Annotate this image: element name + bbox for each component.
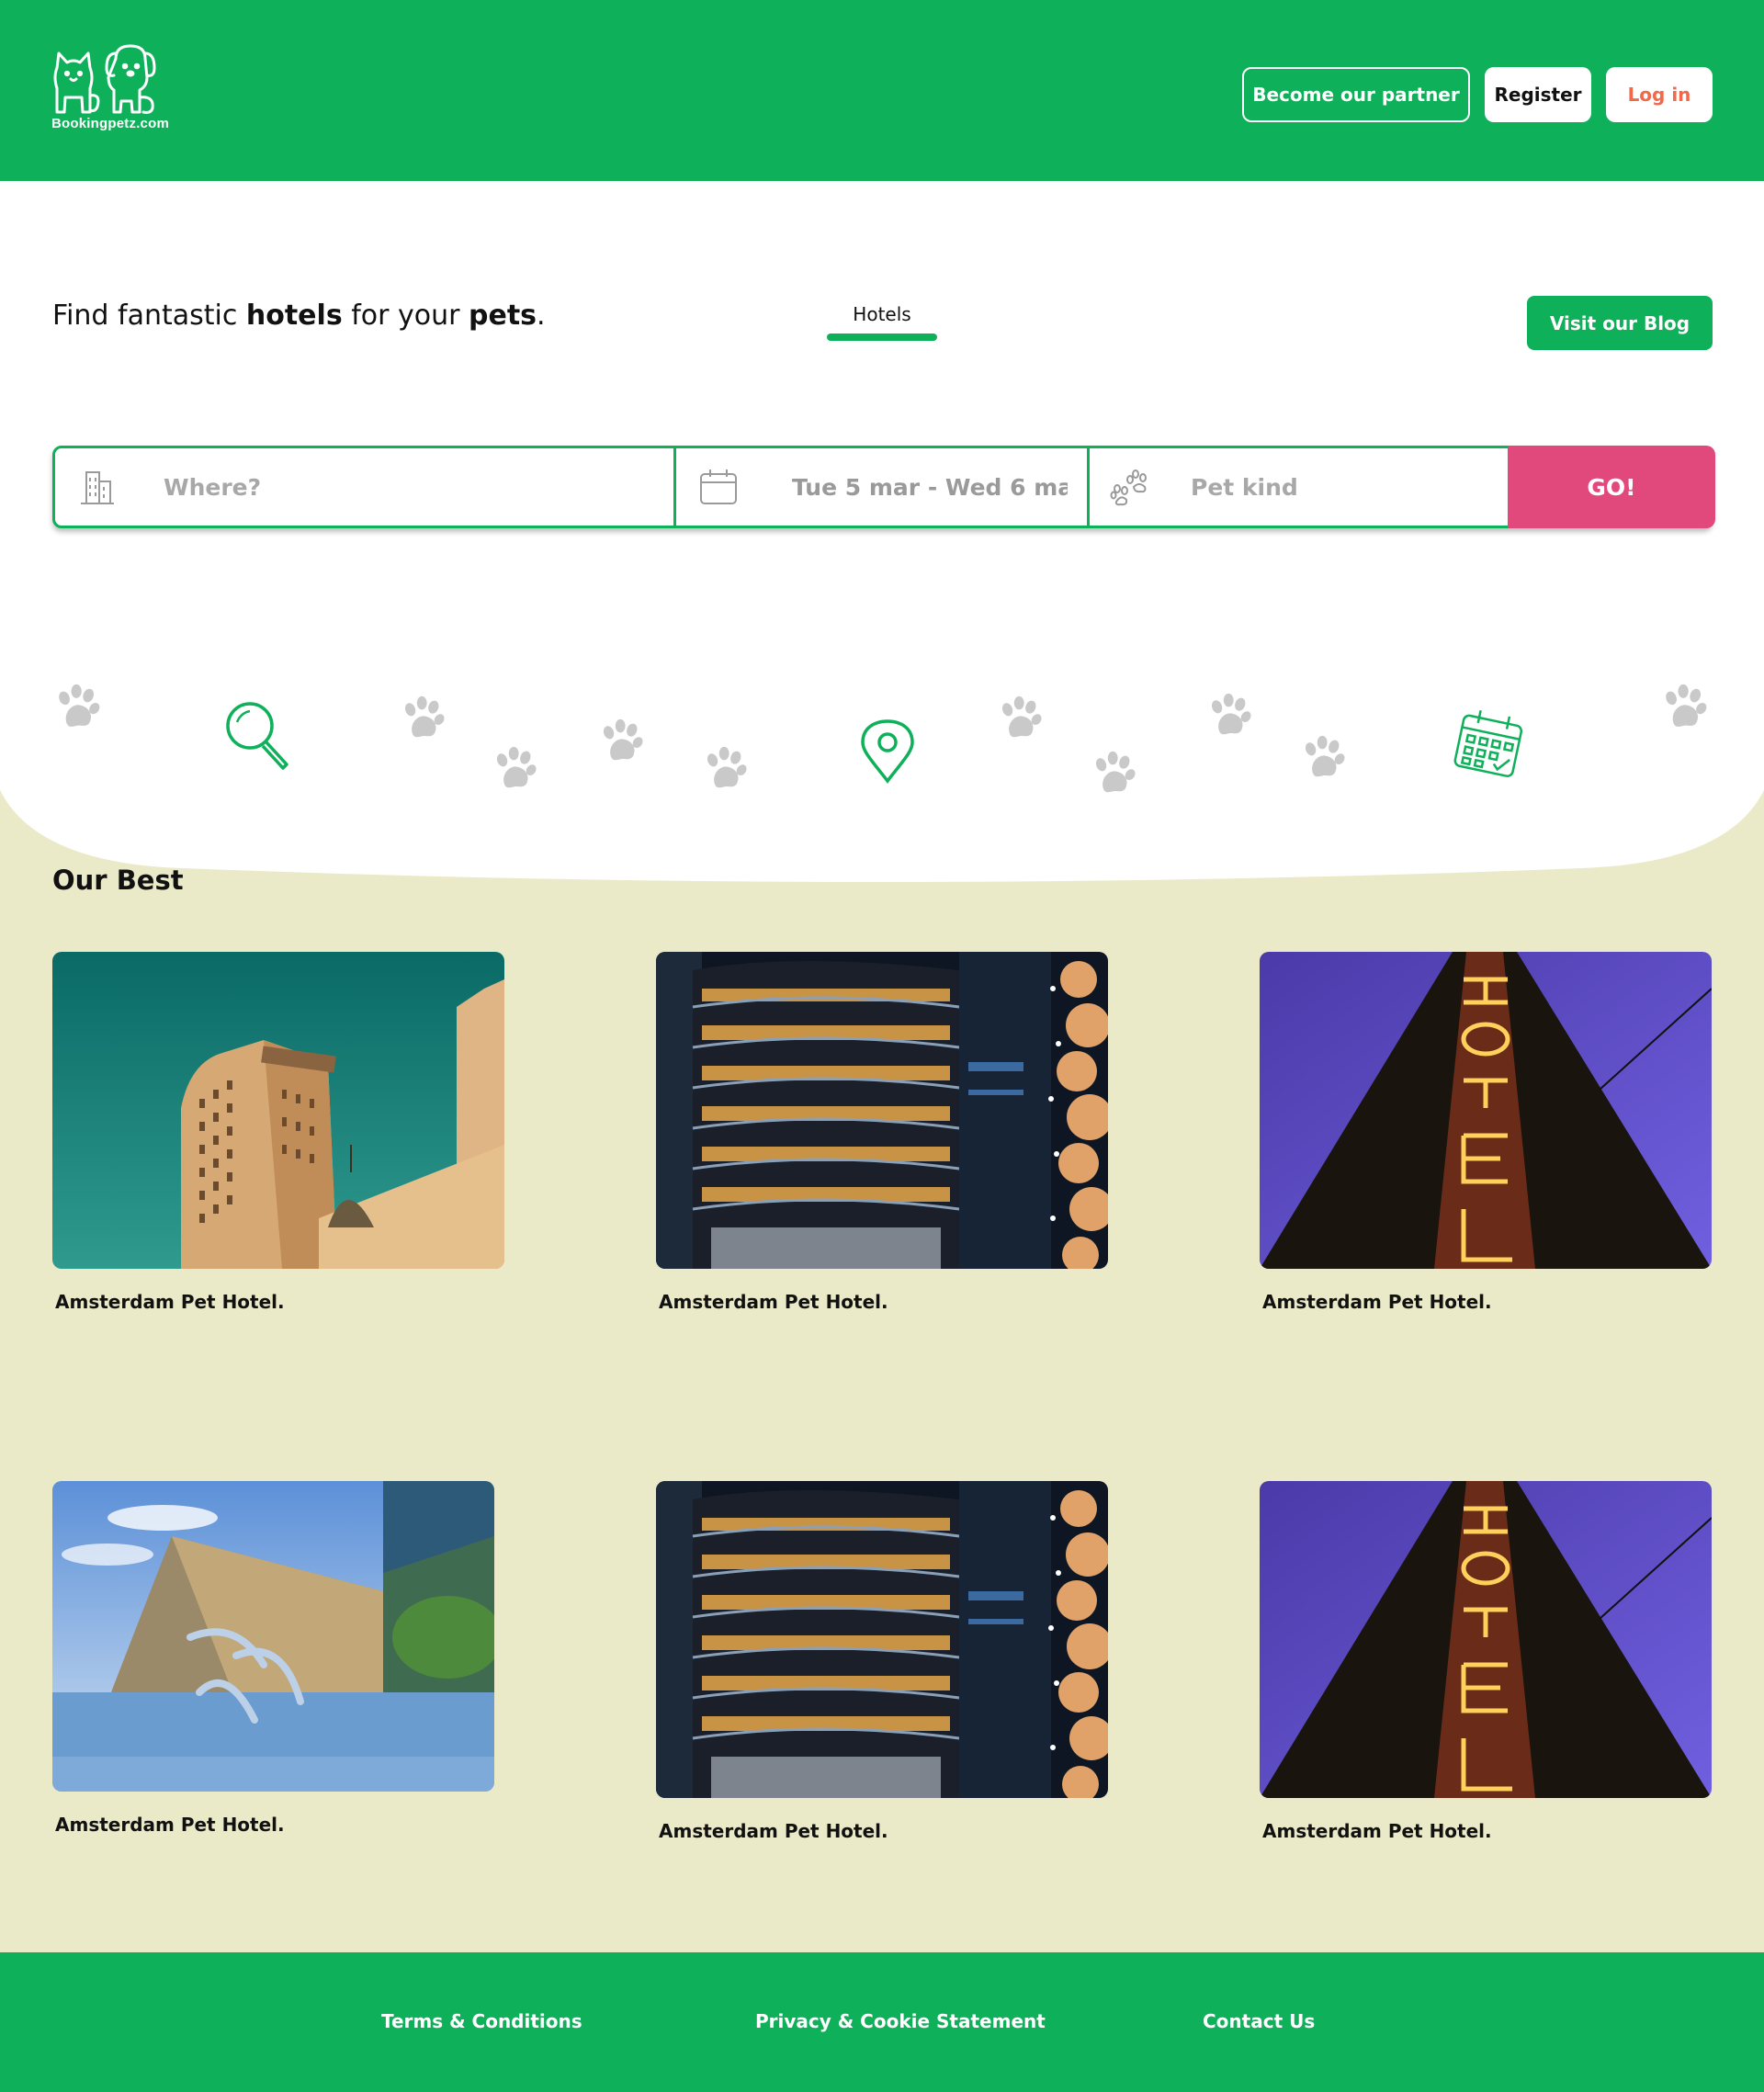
date-field[interactable] xyxy=(676,448,1090,526)
hotel-image[interactable] xyxy=(52,952,504,1269)
hotel-image[interactable] xyxy=(656,1481,1108,1798)
hotel-image[interactable] xyxy=(1260,1481,1712,1798)
night-tower-photo-icon xyxy=(656,1481,1108,1798)
hotel-image[interactable] xyxy=(52,1481,494,1792)
contact-link[interactable]: Contact Us xyxy=(1203,2010,1315,2032)
neon-hotel-sign-photo-icon xyxy=(1260,952,1712,1269)
our-best-title: Our Best xyxy=(52,865,184,896)
paw-icon xyxy=(1110,469,1147,506)
search-icon xyxy=(226,702,288,770)
paw-icon xyxy=(597,718,647,768)
tab-hotels[interactable]: Hotels xyxy=(827,303,937,325)
hotel-name[interactable]: Amsterdam Pet Hotel. xyxy=(656,1820,1108,1842)
hotel-card[interactable]: Amsterdam Pet Hotel. xyxy=(656,952,1108,1313)
pet-kind-field[interactable] xyxy=(1090,448,1508,526)
calendar-check-icon xyxy=(1453,709,1523,777)
tagline-emphasis-pets: pets xyxy=(469,300,537,332)
date-range-input[interactable] xyxy=(792,469,1068,505)
login-button[interactable]: Log in xyxy=(1606,67,1713,122)
paw-icon xyxy=(996,695,1046,745)
paw-icon xyxy=(491,746,540,796)
building-icon xyxy=(81,471,114,504)
tagline-part: Find fantastic xyxy=(52,300,246,332)
pet-kind-input[interactable] xyxy=(1191,469,1485,505)
paw-icon xyxy=(1659,684,1711,735)
calendar-icon xyxy=(700,469,737,504)
where-field[interactable] xyxy=(55,448,676,526)
location-pin-icon xyxy=(861,719,914,784)
visit-blog-button[interactable]: Visit our Blog xyxy=(1527,296,1713,350)
become-partner-button[interactable]: Become our partner xyxy=(1242,67,1470,122)
paw-icon xyxy=(701,746,751,796)
hotel-name[interactable]: Amsterdam Pet Hotel. xyxy=(52,1814,504,1836)
register-button[interactable]: Register xyxy=(1485,67,1591,122)
where-input[interactable] xyxy=(164,469,641,505)
hotel-card[interactable]: Amsterdam Pet Hotel. xyxy=(52,1481,504,1836)
cat-dog-logo-icon xyxy=(53,44,156,114)
tagline-part: for your xyxy=(342,300,469,332)
terms-link[interactable]: Terms & Conditions xyxy=(381,2010,582,2032)
night-tower-photo-icon xyxy=(656,952,1108,1269)
site-header: Bookingpetz.com Become our partner Regis… xyxy=(0,0,1764,181)
tagline-emphasis-hotels: hotels xyxy=(245,300,343,332)
go-button[interactable]: GO! xyxy=(1508,446,1715,528)
tagline-part: . xyxy=(537,300,546,332)
paw-icon xyxy=(1299,735,1349,785)
hotel-card[interactable]: Amsterdam Pet Hotel. xyxy=(1260,952,1712,1313)
privacy-link[interactable]: Privacy & Cookie Statement xyxy=(755,2010,1046,2032)
paw-icon xyxy=(399,695,448,745)
hotel-name[interactable]: Amsterdam Pet Hotel. xyxy=(1260,1291,1712,1313)
neon-hotel-sign-photo-icon xyxy=(1260,1481,1712,1798)
hotel-name[interactable]: Amsterdam Pet Hotel. xyxy=(656,1291,1108,1313)
dolphin-fountain-photo-icon xyxy=(52,1481,494,1792)
hotel-image[interactable] xyxy=(656,952,1108,1269)
hotel-image[interactable] xyxy=(1260,952,1712,1269)
logo[interactable]: Bookingpetz.com xyxy=(51,40,189,132)
hotel-card[interactable]: Amsterdam Pet Hotel. xyxy=(52,952,504,1313)
paw-icon xyxy=(1205,693,1255,742)
hotel-name[interactable]: Amsterdam Pet Hotel. xyxy=(1260,1820,1712,1842)
hotel-card[interactable]: Amsterdam Pet Hotel. xyxy=(656,1481,1108,1842)
hotel-card[interactable]: Amsterdam Pet Hotel. xyxy=(1260,1481,1712,1842)
search-bar: GO! xyxy=(52,446,1715,528)
tab-active-indicator xyxy=(827,334,937,341)
caravelle-hotel-photo-icon xyxy=(52,952,504,1269)
tagline: Find fantastic hotels for your pets. xyxy=(52,300,546,332)
hotel-name[interactable]: Amsterdam Pet Hotel. xyxy=(52,1291,504,1313)
logo-text: Bookingpetz.com xyxy=(51,116,170,131)
paw-icon xyxy=(52,684,104,735)
